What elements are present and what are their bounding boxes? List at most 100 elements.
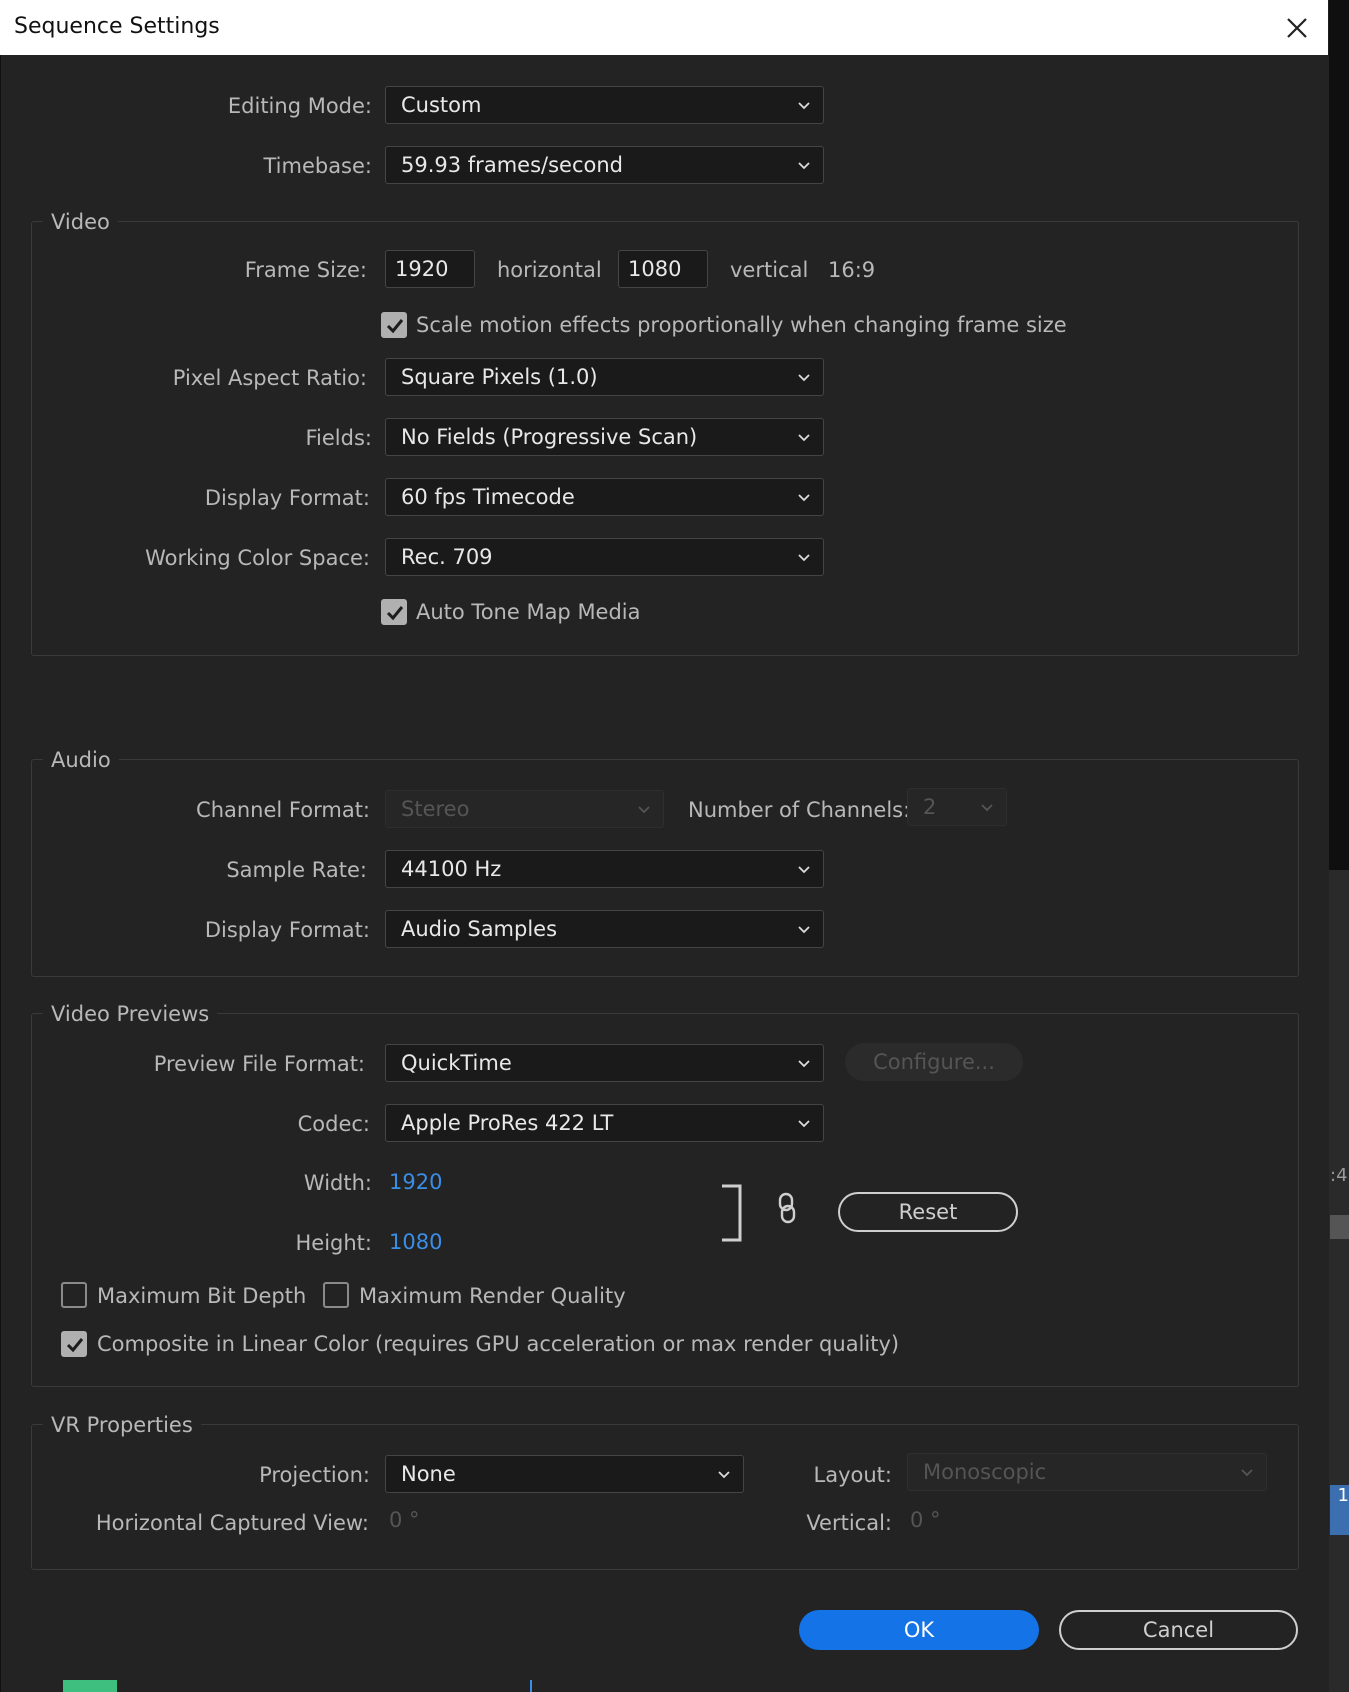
projection-dropdown[interactable]: None <box>385 1455 744 1493</box>
close-icon[interactable] <box>1280 11 1314 45</box>
horizontal-captured-view-value: 0 ° <box>389 1508 420 1532</box>
horizontal-captured-view-label: Horizontal Captured View: <box>95 1511 369 1535</box>
layout-label: Layout: <box>813 1463 892 1487</box>
num-channels-dropdown[interactable]: 2 <box>907 788 1007 826</box>
par-dropdown[interactable]: Square Pixels (1.0) <box>385 358 824 396</box>
background-playhead <box>530 1680 532 1692</box>
preview-file-format-dropdown[interactable]: QuickTime <box>385 1044 824 1082</box>
chevron-down-icon <box>1241 1469 1253 1477</box>
chevron-down-icon <box>798 926 810 934</box>
vr-vertical-value: 0 ° <box>910 1508 941 1532</box>
fields-value: No Fields (Progressive Scan) <box>401 425 698 449</box>
num-channels-label: Number of Channels: <box>688 798 911 822</box>
chevron-down-icon <box>798 1060 810 1068</box>
linear-color-label: Composite in Linear Color (requires GPU … <box>97 1332 900 1356</box>
background-edge-clip: 1 <box>1330 1485 1349 1535</box>
color-space-dropdown[interactable]: Rec. 709 <box>385 538 824 576</box>
configure-button[interactable]: Configure... <box>845 1043 1023 1081</box>
audio-display-format-label: Display Format: <box>204 918 370 942</box>
vr-properties-legend: VR Properties <box>43 1413 201 1437</box>
timebase-label: Timebase: <box>263 154 372 178</box>
max-bit-depth-label: Maximum Bit Depth <box>97 1284 307 1308</box>
sample-rate-label: Sample Rate: <box>226 858 367 882</box>
frame-width-input[interactable]: 1920 <box>385 250 475 288</box>
reset-button[interactable]: Reset <box>838 1192 1018 1232</box>
projection-label: Projection: <box>259 1463 370 1487</box>
audio-legend: Audio <box>43 748 119 772</box>
video-display-format-label: Display Format: <box>204 486 370 510</box>
dialog-title: Sequence Settings <box>14 14 220 39</box>
max-render-quality-checkbox[interactable] <box>323 1282 349 1308</box>
background-edge-text: :4 <box>1330 1165 1348 1186</box>
preview-width-value[interactable]: 1920 <box>389 1170 442 1194</box>
chevron-down-icon <box>981 804 993 812</box>
checkmark-icon <box>386 319 404 334</box>
vertical-label: vertical <box>730 258 809 282</box>
chevron-down-icon <box>798 1120 810 1128</box>
chevron-down-icon <box>798 434 810 442</box>
checkmark-icon <box>386 606 404 621</box>
video-previews-legend: Video Previews <box>43 1002 218 1026</box>
timebase-value: 59.93 frames/second <box>401 153 623 177</box>
cancel-button[interactable]: Cancel <box>1059 1610 1298 1650</box>
frame-height-input[interactable]: 1080 <box>618 250 708 288</box>
chevron-down-icon <box>798 866 810 874</box>
chevron-down-icon <box>798 554 810 562</box>
auto-tone-label: Auto Tone Map Media <box>416 600 641 624</box>
chevron-down-icon <box>798 374 810 382</box>
layout-dropdown[interactable]: Monoscopic <box>907 1453 1267 1491</box>
vr-properties-group <box>31 1424 1299 1570</box>
aspect-ratio-text: 16:9 <box>828 258 876 282</box>
sample-rate-dropdown[interactable]: 44100 Hz <box>385 850 824 888</box>
background-app-panel <box>1329 0 1349 870</box>
editing-mode-label: Editing Mode: <box>227 94 372 118</box>
max-bit-depth-checkbox[interactable] <box>61 1282 87 1308</box>
chevron-down-icon <box>718 1471 730 1479</box>
layout-value: Monoscopic <box>923 1460 1047 1484</box>
codec-label: Codec: <box>297 1112 370 1136</box>
max-render-quality-label: Maximum Render Quality <box>359 1284 626 1308</box>
audio-display-format-dropdown[interactable]: Audio Samples <box>385 910 824 948</box>
codec-value: Apple ProRes 422 LT <box>401 1111 614 1135</box>
ok-button[interactable]: OK <box>799 1610 1039 1650</box>
video-display-format-value: 60 fps Timecode <box>401 485 575 509</box>
link-icon[interactable] <box>776 1192 798 1229</box>
background-edge-block <box>1330 1215 1349 1239</box>
constrain-bracket-icon <box>720 1184 744 1247</box>
auto-tone-checkbox[interactable] <box>381 599 407 625</box>
video-display-format-dropdown[interactable]: 60 fps Timecode <box>385 478 824 516</box>
chevron-down-icon <box>798 102 810 110</box>
fields-dropdown[interactable]: No Fields (Progressive Scan) <box>385 418 824 456</box>
editing-mode-value: Custom <box>401 93 482 117</box>
fields-label: Fields: <box>305 426 373 450</box>
scale-motion-checkbox[interactable] <box>381 312 407 338</box>
audio-display-format-value: Audio Samples <box>401 917 558 941</box>
linear-color-checkbox[interactable] <box>61 1331 87 1357</box>
sample-rate-value: 44100 Hz <box>401 857 502 881</box>
video-legend: Video <box>43 210 118 234</box>
channel-format-value: Stereo <box>401 797 470 821</box>
horizontal-label: horizontal <box>497 258 602 282</box>
channel-format-dropdown[interactable]: Stereo <box>385 790 664 828</box>
num-channels-value: 2 <box>923 795 937 819</box>
projection-value: None <box>401 1462 456 1486</box>
scale-motion-label: Scale motion effects proportionally when… <box>416 313 1067 337</box>
chevron-down-icon <box>798 162 810 170</box>
timebase-dropdown[interactable]: 59.93 frames/second <box>385 146 824 184</box>
preview-file-format-value: QuickTime <box>401 1051 512 1075</box>
checkmark-icon <box>66 1338 84 1353</box>
frame-size-label: Frame Size: <box>244 258 367 282</box>
vr-vertical-label: Vertical: <box>806 1511 892 1535</box>
codec-dropdown[interactable]: Apple ProRes 422 LT <box>385 1104 824 1142</box>
par-label: Pixel Aspect Ratio: <box>172 366 367 390</box>
height-label: Height: <box>295 1231 373 1255</box>
preview-height-value[interactable]: 1080 <box>389 1230 442 1254</box>
color-space-label: Working Color Space: <box>145 546 370 570</box>
chevron-down-icon <box>798 494 810 502</box>
editing-mode-dropdown[interactable]: Custom <box>385 86 824 124</box>
preview-file-format-label: Preview File Format: <box>153 1052 365 1076</box>
color-space-value: Rec. 709 <box>401 545 493 569</box>
par-value: Square Pixels (1.0) <box>401 365 598 389</box>
width-label: Width: <box>303 1171 372 1195</box>
chevron-down-icon <box>638 806 650 814</box>
